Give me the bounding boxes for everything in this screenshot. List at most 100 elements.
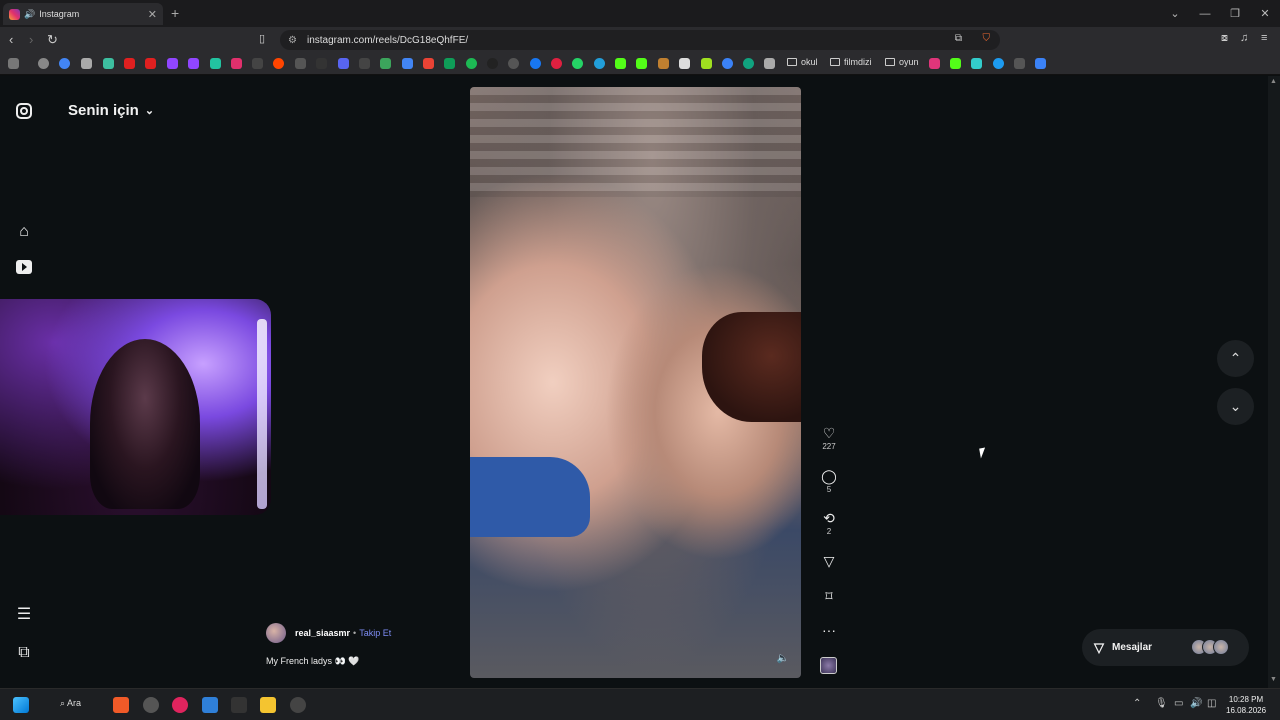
scroll-down-icon[interactable]: ▼ <box>1270 676 1277 683</box>
browser-tab-instagram[interactable]: 🔊 Instagram ✕ <box>3 3 163 25</box>
menu-icon[interactable]: ☰ <box>15 606 33 624</box>
bookmark-icon[interactable] <box>359 58 370 69</box>
messages-button[interactable]: ▽ Mesajlar <box>1082 629 1249 666</box>
comment-icon[interactable]: ◯ <box>818 468 840 484</box>
heart-icon[interactable]: ♡ <box>818 425 840 441</box>
close-window-icon[interactable]: ✕ <box>1250 7 1280 20</box>
notification-icon[interactable]: ◫ <box>1207 698 1216 709</box>
google-icon[interactable] <box>59 58 70 69</box>
volume-icon[interactable]: 🔈 <box>777 653 789 664</box>
bookmark-icon[interactable] <box>971 58 982 69</box>
bookmark-folder-filmdizi[interactable]: filmdizi <box>830 57 872 67</box>
bookmark-icon[interactable] <box>551 58 562 69</box>
reel-video[interactable]: 🔈 <box>470 87 801 678</box>
reddit-icon[interactable] <box>273 58 284 69</box>
taskbar-clock[interactable]: 10:28 PM 16.08.2026 <box>1226 694 1266 716</box>
bookmark-icon[interactable] <box>530 58 541 69</box>
app-icon[interactable] <box>231 697 247 713</box>
youtube-icon[interactable] <box>124 58 135 69</box>
x-icon[interactable] <box>252 58 263 69</box>
audio-thumbnail[interactable] <box>820 657 837 674</box>
restore-icon[interactable]: ❐ <box>1220 7 1250 20</box>
open-external-icon[interactable]: ⧉ <box>955 33 962 44</box>
media-icon[interactable]: ♫ <box>1240 32 1248 44</box>
more-options-icon[interactable]: ⧉ <box>15 644 33 662</box>
bookmark-icon[interactable] <box>929 58 940 69</box>
bookmark-icon[interactable] <box>701 58 712 69</box>
microphone-icon[interactable]: 🎙 <box>1155 698 1168 709</box>
instagram-icon[interactable] <box>231 58 242 69</box>
apps-icon[interactable] <box>8 58 19 69</box>
reels-icon[interactable] <box>16 260 32 274</box>
site-settings-icon[interactable]: ⚙ <box>288 35 297 46</box>
reload-icon[interactable]: ↻ <box>47 32 58 48</box>
forward-icon[interactable]: › <box>29 32 33 47</box>
bookmark-icon[interactable]: ⌑ <box>818 588 840 604</box>
network-icon[interactable]: ▭ <box>1174 698 1183 709</box>
twitch-icon[interactable] <box>188 58 199 69</box>
tab-list-chevron-icon[interactable]: ⌄ <box>1160 7 1190 20</box>
gmail-icon[interactable] <box>423 58 434 69</box>
share-action[interactable]: ▽ <box>818 553 840 569</box>
more-bookmarks-icon[interactable] <box>1014 58 1025 69</box>
save-action[interactable]: ⌑ <box>818 588 840 604</box>
bookmark-icon[interactable] <box>380 58 391 69</box>
home-icon[interactable]: ⌂ <box>15 223 33 241</box>
chatgpt-icon[interactable] <box>743 58 754 69</box>
repost-action[interactable]: ⟲ 2 <box>818 510 840 536</box>
like-action[interactable]: ♡ 227 <box>818 425 840 451</box>
ellipsis-icon[interactable]: ··· <box>818 622 840 638</box>
bookmark-page-icon[interactable]: ▯ <box>259 32 265 45</box>
extensions-icon[interactable]: ⧇ <box>1221 32 1228 45</box>
bookmark-folder-okul[interactable]: okul <box>787 57 818 67</box>
next-reel-button[interactable]: ⌄ <box>1217 388 1254 425</box>
app-icon[interactable] <box>143 697 159 713</box>
comment-action[interactable]: ◯ 5 <box>818 468 840 494</box>
scroll-up-icon[interactable]: ▲ <box>1270 78 1277 85</box>
start-icon[interactable] <box>13 697 29 713</box>
menu-icon[interactable]: ≡ <box>1261 32 1267 44</box>
page-scrollbar[interactable]: ▲ ▼ <box>1268 76 1280 688</box>
bookmark-icon[interactable] <box>487 58 498 69</box>
taskbar-search[interactable]: ⌕ Ara <box>60 698 81 709</box>
bookmark-icon[interactable] <box>508 58 519 69</box>
app-icon[interactable] <box>290 697 306 713</box>
speaker-icon[interactable]: 🔊 <box>24 9 35 20</box>
telegram-icon[interactable] <box>594 58 605 69</box>
spotify-icon[interactable] <box>466 58 477 69</box>
bookmark-icon[interactable] <box>1035 58 1046 69</box>
bookmark-icon[interactable] <box>993 58 1004 69</box>
minimize-icon[interactable]: — <box>1190 8 1220 20</box>
bookmark-folder-oyun[interactable]: oyun <box>885 57 919 67</box>
more-action[interactable]: ··· <box>818 622 840 638</box>
tiktok-icon[interactable] <box>316 58 327 69</box>
kick-icon[interactable] <box>615 58 626 69</box>
previous-reel-button[interactable]: ⌃ <box>1217 340 1254 377</box>
bookmark-icon[interactable] <box>103 58 114 69</box>
translate-icon[interactable] <box>402 58 413 69</box>
bookmark-icon[interactable] <box>210 58 221 69</box>
bookmark-icon[interactable] <box>295 58 306 69</box>
close-tab-icon[interactable]: ✕ <box>148 8 157 21</box>
repost-icon[interactable]: ⟲ <box>818 510 840 526</box>
send-icon[interactable]: ▽ <box>818 553 840 569</box>
bookmark-icon[interactable] <box>658 58 669 69</box>
photos-icon[interactable] <box>202 697 218 713</box>
url-field[interactable]: ⚙ instagram.com/reels/DcG18eQhfFE/ ⧉ ⛉ <box>280 30 1000 50</box>
discord-icon[interactable] <box>338 58 349 69</box>
author-avatar[interactable] <box>266 623 286 643</box>
tray-chevron-up-icon[interactable]: ⌃ <box>1133 698 1141 709</box>
back-icon[interactable]: ‹ <box>9 32 13 47</box>
bookmark-icon[interactable] <box>679 58 690 69</box>
kick-icon[interactable] <box>950 58 961 69</box>
bookmark-icon[interactable] <box>722 58 733 69</box>
follow-button[interactable]: Takip Et <box>359 628 391 638</box>
history-icon[interactable] <box>38 58 49 69</box>
brave-shield-icon[interactable]: ⛉ <box>983 33 991 44</box>
drive-icon[interactable] <box>444 58 455 69</box>
bookmark-icon[interactable] <box>764 58 775 69</box>
media-player-icon[interactable] <box>172 697 188 713</box>
kick-icon[interactable] <box>636 58 647 69</box>
bookmark-icon[interactable] <box>81 58 92 69</box>
twitch-icon[interactable] <box>167 58 178 69</box>
